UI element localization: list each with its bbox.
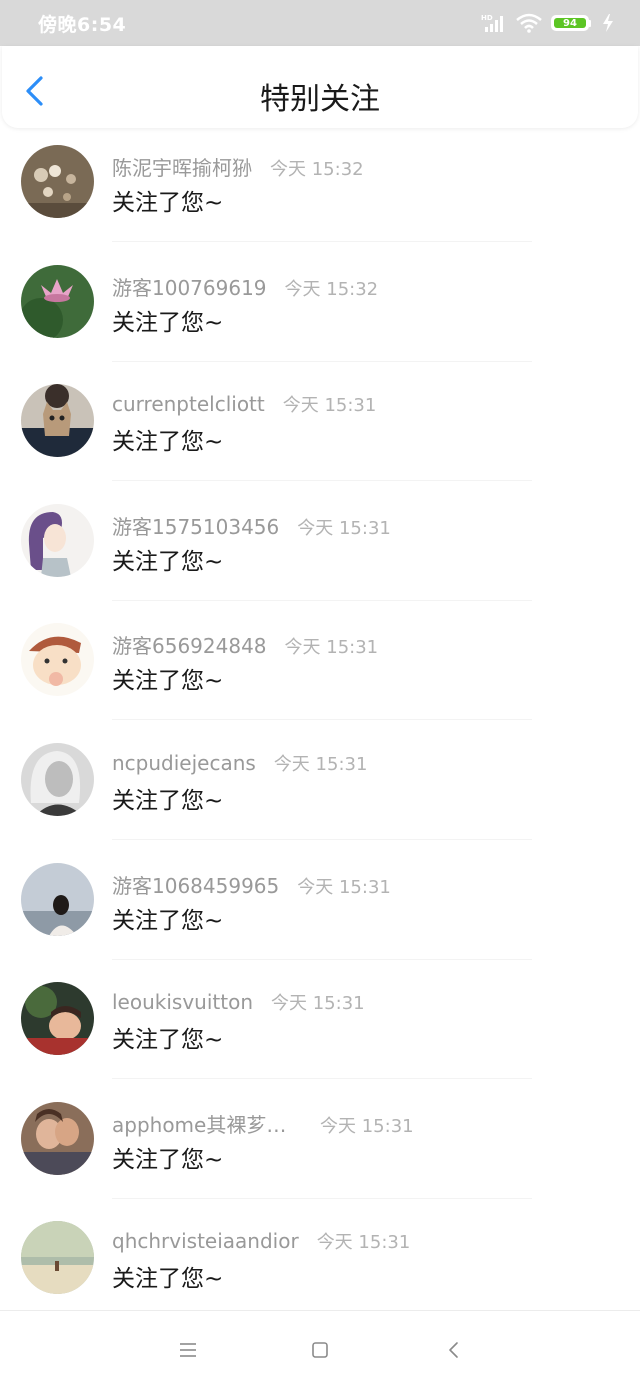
list-item[interactable]: ncpudiejecans 今天 15:31 关注了您~ xyxy=(0,728,640,848)
user-name[interactable]: 游客656924848 xyxy=(112,630,267,659)
list-item[interactable]: apphome其裸芗他... 今天 15:31 关注了您~ xyxy=(0,1087,640,1207)
follow-notification-list: 陈泥宇晖揄柯狲 今天 15:32 关注了您~ 游客100769619 今天 15:3… xyxy=(0,130,640,1326)
back-triangle-icon xyxy=(449,1342,458,1358)
user-name[interactable]: apphome其裸芗他... xyxy=(112,1109,302,1138)
status-time: 傍晚6:54 xyxy=(38,13,127,36)
timestamp: 今天 15:31 xyxy=(320,1115,414,1137)
divider xyxy=(112,958,532,960)
message-text: 关注了您~ xyxy=(112,190,224,216)
divider xyxy=(112,838,532,840)
page-title: 特别关注 xyxy=(260,82,380,117)
user-name[interactable]: 陈泥宇晖揄柯狲 xyxy=(112,152,252,181)
list-item[interactable]: 游客100769619 今天 15:32 关注了您~ xyxy=(0,250,640,370)
list-item[interactable]: 陈泥宇晖揄柯狲 今天 15:32 关注了您~ xyxy=(0,130,640,250)
back-nav-button[interactable] xyxy=(442,1338,466,1362)
divider xyxy=(112,719,532,721)
avatar[interactable] xyxy=(21,264,94,338)
status-icons: HD 94 xyxy=(481,13,616,33)
avatar[interactable] xyxy=(21,384,94,458)
timestamp: 今天 15:32 xyxy=(284,278,379,300)
list-item[interactable]: leoukisvuitton 今天 15:31 关注了您~ xyxy=(0,967,640,1087)
user-name[interactable]: 游客1575103456 xyxy=(112,511,279,540)
message-text: 关注了您~ xyxy=(112,1027,224,1054)
avatar[interactable] xyxy=(21,145,94,218)
message-text: 关注了您~ xyxy=(112,1146,224,1173)
avatar[interactable] xyxy=(21,982,94,1056)
message-text: 关注了您~ xyxy=(112,1266,224,1293)
avatar[interactable] xyxy=(21,1101,94,1175)
avatar[interactable] xyxy=(21,503,94,577)
timestamp: 今天 15:31 xyxy=(316,1232,411,1254)
list-item[interactable]: 游客1068459965 今天 15:31 关注了您~ xyxy=(0,848,640,968)
timestamp: 今天 15:31 xyxy=(282,395,377,417)
timestamp: 今天 15:31 xyxy=(297,517,391,539)
network-label: HD xyxy=(481,14,493,22)
list-item[interactable]: 游客656924848 今天 15:31 关注了您~ xyxy=(0,608,640,728)
timestamp: 今天 15:32 xyxy=(270,159,364,180)
home-button[interactable] xyxy=(308,1338,332,1362)
wifi-icon xyxy=(516,13,542,33)
timestamp: 今天 15:31 xyxy=(297,876,391,898)
message-text: 关注了您~ xyxy=(112,907,224,934)
status-bar: 傍晚6:54 HD 94 xyxy=(0,0,640,46)
avatar[interactable] xyxy=(21,1221,94,1295)
divider xyxy=(112,599,532,601)
divider xyxy=(112,241,532,242)
menu-button[interactable] xyxy=(176,1338,200,1362)
list-item[interactable]: currenptelcliott 今天 15:31 关注了您~ xyxy=(0,369,640,489)
divider xyxy=(112,480,532,482)
user-name[interactable]: currenptelcliott xyxy=(112,392,265,416)
menu-icon xyxy=(180,1343,196,1357)
home-square-icon xyxy=(312,1342,328,1358)
charging-icon xyxy=(603,14,613,32)
user-name[interactable]: 游客100769619 xyxy=(112,272,267,301)
avatar[interactable] xyxy=(21,862,94,936)
user-name[interactable]: ncpudiejecans xyxy=(112,751,256,775)
system-nav-bar xyxy=(0,1310,640,1387)
battery-icon: 94 xyxy=(551,15,591,31)
list-item[interactable]: qhchrvisteiaandior 今天 15:31 关注了您~ xyxy=(0,1206,640,1326)
list-item[interactable]: 游客1575103456 今天 15:31 关注了您~ xyxy=(0,489,640,609)
app-header: 特别关注 xyxy=(2,46,638,128)
message-text: 关注了您~ xyxy=(112,787,224,814)
message-text: 关注了您~ xyxy=(112,309,224,336)
divider xyxy=(112,1078,532,1080)
divider xyxy=(112,1197,532,1199)
message-text: 关注了您~ xyxy=(112,429,224,456)
message-text: 关注了您~ xyxy=(112,668,224,695)
battery-level: 94 xyxy=(554,18,586,29)
avatar[interactable] xyxy=(21,742,94,816)
divider xyxy=(112,360,532,362)
timestamp: 今天 15:31 xyxy=(284,637,379,659)
timestamp: 今天 15:31 xyxy=(273,753,368,775)
signal-icon: HD xyxy=(481,14,503,32)
user-name[interactable]: 游客1068459965 xyxy=(112,870,279,899)
user-name[interactable]: leoukisvuitton xyxy=(112,990,253,1014)
message-text: 关注了您~ xyxy=(112,548,224,575)
avatar[interactable] xyxy=(21,623,94,697)
user-name[interactable]: qhchrvisteiaandior xyxy=(112,1229,299,1253)
timestamp: 今天 15:31 xyxy=(271,993,365,1015)
